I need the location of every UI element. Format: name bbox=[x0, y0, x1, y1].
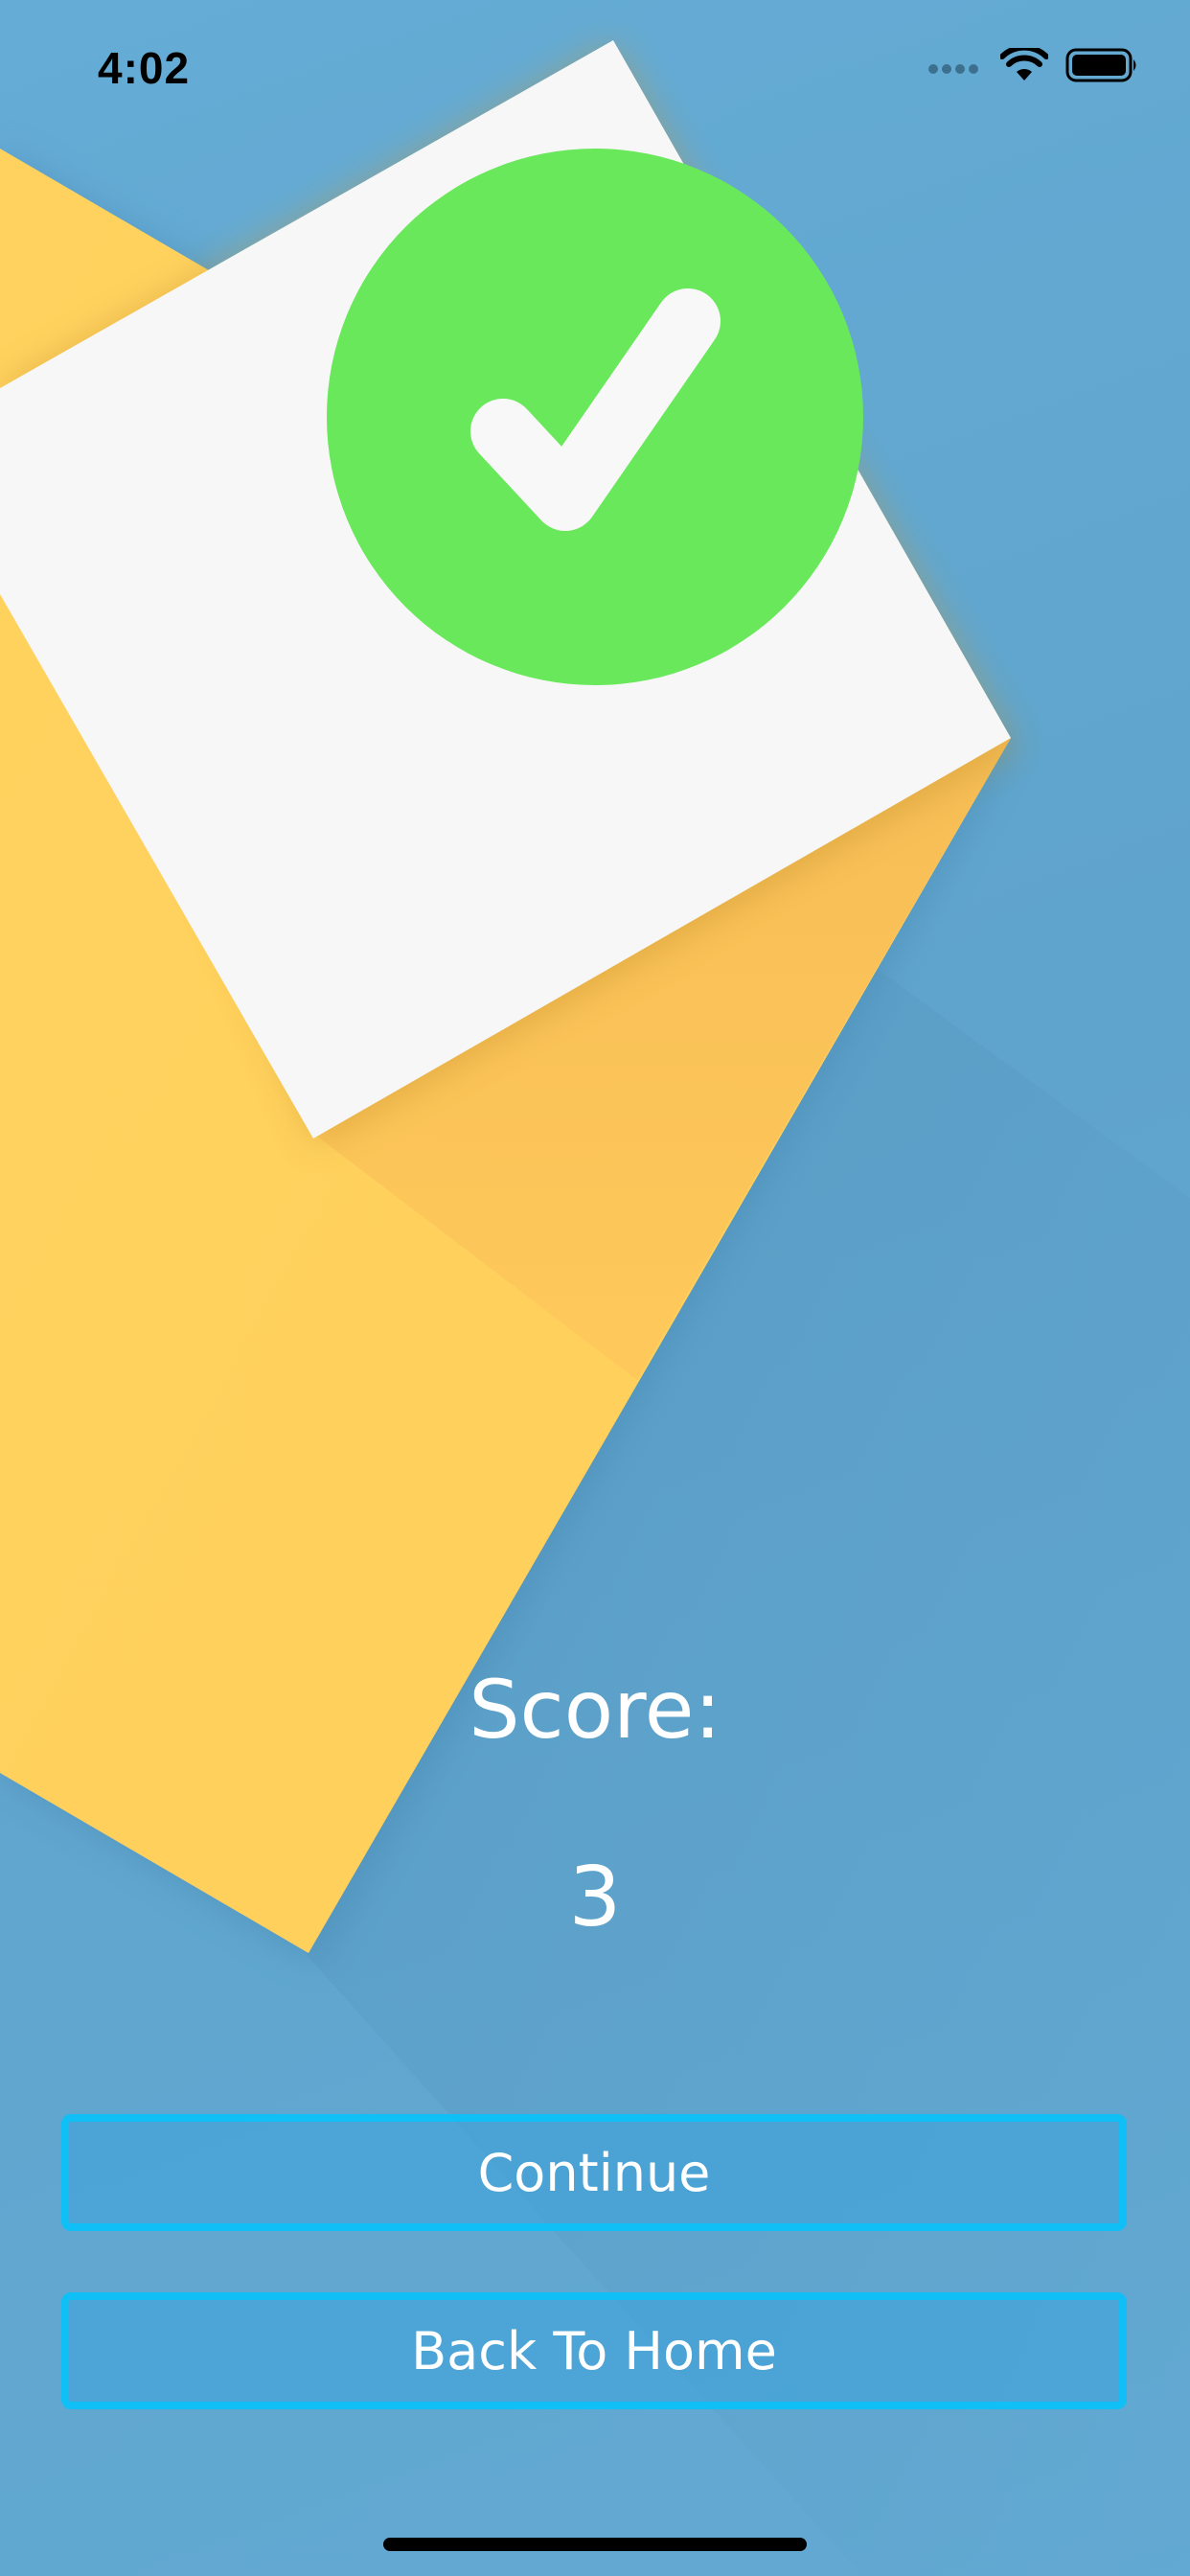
status-time: 4:02 bbox=[98, 43, 191, 93]
cellular-signal-icon bbox=[928, 64, 978, 74]
wifi-icon bbox=[1000, 48, 1048, 80]
back-to-home-button[interactable]: Back To Home bbox=[61, 2292, 1127, 2409]
checkmark-circle-icon bbox=[327, 149, 863, 685]
continue-button[interactable]: Continue bbox=[61, 2114, 1127, 2231]
home-indicator[interactable] bbox=[383, 2538, 807, 2551]
battery-icon bbox=[1065, 48, 1136, 82]
status-icons bbox=[927, 48, 1140, 82]
result-screen: 4:02 Score: 3 Continue Back To Home bbox=[0, 0, 1190, 2576]
score-label: Score: bbox=[469, 1663, 721, 1757]
score-value: 3 bbox=[568, 1850, 622, 1945]
